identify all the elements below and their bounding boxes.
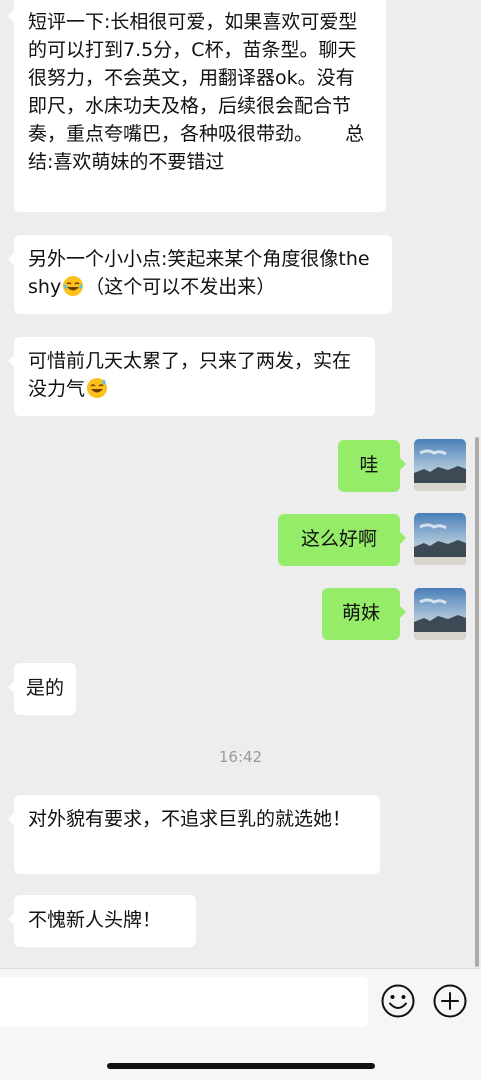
message-text: 对外貌有要求，不追求巨乳的就选她！ [28, 808, 352, 830]
timestamp: 16:42 [218, 748, 263, 766]
message-text: （这个可以不发出来） [85, 276, 276, 298]
message-bubble-outgoing[interactable]: 哇 [338, 440, 406, 492]
sweat-smile-emoji [86, 377, 108, 399]
message-text: 萌妹 [341, 602, 380, 624]
chat-area[interactable]: 短评一下:长相很可爱，如果喜欢可爱型的可以打到7.5分，C杯，苗条型。聊天很努力… [0, 0, 481, 968]
avatar-self[interactable] [414, 513, 466, 565]
message-bubble-incoming[interactable]: 对外貌有要求，不追求巨乳的就选她！ [8, 795, 380, 874]
message-input[interactable] [0, 977, 368, 1027]
message-text: 这么好啊 [300, 528, 377, 550]
message-text: 可惜前几天太累了，只来了两发，实在没力气 [28, 350, 352, 400]
emoji-button[interactable] [380, 983, 416, 1019]
message-bubble-incoming[interactable]: 可惜前几天太累了，只来了两发，实在没力气 [8, 337, 375, 416]
scrollbar[interactable] [475, 437, 479, 967]
tears-of-joy-emoji [62, 275, 84, 297]
message-bubble-incoming[interactable]: 是的 [8, 663, 76, 715]
more-button[interactable] [432, 983, 468, 1019]
message-bubble-incoming[interactable]: 短评一下:长相很可爱，如果喜欢可爱型的可以打到7.5分，C杯，苗条型。聊天很努力… [8, 0, 386, 212]
message-bubble-outgoing[interactable]: 这么好啊 [278, 514, 406, 566]
avatar-self[interactable] [414, 439, 466, 491]
message-bubble-incoming[interactable]: 不愧新人头牌！ [8, 895, 196, 947]
smiley-icon [381, 984, 415, 1018]
message-text: 不愧新人头牌！ [28, 909, 162, 931]
avatar-self[interactable] [414, 588, 466, 640]
message-bubble-outgoing[interactable]: 萌妹 [322, 588, 406, 640]
message-text: 是的 [25, 677, 64, 699]
input-bar [0, 968, 481, 1080]
home-indicator[interactable] [107, 1063, 375, 1069]
message-text: 短评一下:长相很可爱，如果喜欢可爱型的可以打到7.5分，C杯，苗条型。聊天很努力… [28, 11, 358, 145]
message-bubble-incoming[interactable]: 另外一个小小点:笑起来某个角度很像the shy （这个可以不发出来） [8, 235, 392, 314]
message-text: 哇 [359, 454, 379, 476]
plus-icon [433, 984, 467, 1018]
